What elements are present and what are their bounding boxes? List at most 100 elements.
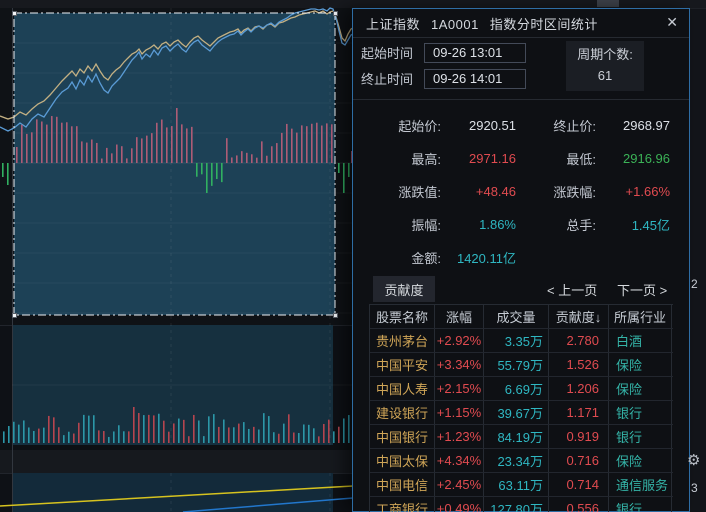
volume: 39.67万 [484,401,549,424]
close-icon[interactable]: ✕ [666,14,678,31]
stock-name: 中国太保 [370,449,435,472]
col-header-contribution[interactable]: 贡献度↓ [549,305,609,328]
industry: 通信服务 [609,473,672,496]
table-header-row: 股票名称 涨幅 成交量 贡献度↓ 所属行业 [370,305,673,329]
edge-axis-number-top: 2 [691,277,698,291]
col-header-industry[interactable]: 所属行业 [609,305,672,328]
stat-label: 终止价: [553,119,596,134]
table-row[interactable]: 中国电信 +2.45% 63.11万 0.714 通信服务 [370,473,673,497]
table-row[interactable]: 中国人寿 +2.15% 6.69万 1.206 保险 [370,377,673,401]
stat-label: 最低: [566,152,596,167]
contribution-value: 0.714 [549,473,609,496]
stat-value: +1.66% [625,184,670,199]
table-row[interactable]: 工商银行 +0.49% 127.80万 0.556 银行 [370,497,673,512]
end-time-input[interactable]: 09-26 14:01 [424,68,526,89]
panel-title-stock: 上证指数 [366,16,421,32]
indicator-line-blue [182,497,354,512]
volume: 23.34万 [484,449,549,472]
volume: 84.19万 [484,425,549,448]
stat-label: 涨跌值: [398,185,441,200]
table-row[interactable]: 贵州茅台 +2.92% 3.35万 2.780 白酒 [370,329,673,353]
stat-value: 2916.96 [623,151,670,166]
stat-value: 2920.51 [469,118,516,133]
table-row[interactable]: 中国平安 +3.34% 55.79万 1.526 保险 [370,353,673,377]
contribution-value: 0.556 [549,497,609,512]
stats-row: 起始价: 2920.51 终止价: 2968.97 [353,109,689,142]
stat-value: 1420.11亿 [456,251,516,266]
period-count-value: 61 [597,68,613,83]
app-root: 上证指数 1A0001 指数分时区间统计 ✕ 起始时间 09-26 13:01 终止… [0,0,706,512]
start-time-label: 起始时间 [361,46,414,61]
change-pct: +2.15% [435,377,484,400]
table-row[interactable]: 建设银行 +1.15% 39.67万 1.171 银行 [370,401,673,425]
selection-handle-bottom-left[interactable] [12,313,17,318]
industry: 银行 [609,497,672,512]
stock-name: 中国平安 [370,353,435,376]
selection-handle-bottom-right[interactable] [333,313,338,318]
stats-row: 金额: 1420.11亿 [353,241,689,274]
next-page-button[interactable]: 下一页 > [617,280,667,299]
industry: 银行 [609,401,672,424]
contribution-value: 1.171 [549,401,609,424]
volume: 55.79万 [484,353,549,376]
change-pct: +0.49% [435,497,484,512]
change-pct: +2.92% [435,329,484,352]
start-time-row: 起始时间 09-26 13:01 [361,42,526,63]
stat-value: 1.86% [479,217,516,232]
volume: 63.11万 [484,473,549,496]
prev-page-button[interactable]: < 上一页 [547,280,597,299]
start-time-input[interactable]: 09-26 13:01 [424,42,526,63]
col-header-volume[interactable]: 成交量 [484,305,549,328]
end-time-row: 终止时间 09-26 14:01 [361,68,526,89]
panel-title: 上证指数 1A0001 指数分时区间统计 [366,14,609,33]
volume: 127.80万 [484,497,549,512]
change-pct: +3.34% [435,353,484,376]
stat-value: 2971.16 [469,151,516,166]
volume: 6.69万 [484,377,549,400]
stat-label: 涨跌幅: [553,185,596,200]
stat-label: 振幅: [411,218,441,233]
panel-header: 上证指数 1A0001 指数分时区间统计 ✕ [353,9,689,38]
stat-label: 起始价: [398,119,441,134]
industry: 白酒 [609,329,672,352]
change-pct: +1.23% [435,425,484,448]
change-pct: +2.45% [435,473,484,496]
stats-row: 涨跌值: +48.46 涨跌幅: +1.66% [353,175,689,208]
contribution-value: 1.206 [549,377,609,400]
stock-name: 工商银行 [370,497,435,512]
col-header-stock-name[interactable]: 股票名称 [370,305,435,328]
change-pct: +1.15% [435,401,484,424]
section-divider [353,99,689,100]
contribution-value: 0.716 [549,449,609,472]
stat-value: 2968.97 [623,118,670,133]
industry: 保险 [609,353,672,376]
stock-name: 建设银行 [370,401,435,424]
stock-name: 中国人寿 [370,377,435,400]
selection-handle-top-left[interactable] [12,11,17,16]
volume: 3.35万 [484,329,549,352]
stats-row: 振幅: 1.86% 总手: 1.45亿 [353,208,689,241]
stat-value: +48.46 [475,184,516,199]
interval-stats-panel: 上证指数 1A0001 指数分时区间统计 ✕ 起始时间 09-26 13:01 终止… [352,8,690,512]
industry: 银行 [609,425,672,448]
selection-handle-top-right[interactable] [333,11,338,16]
table-row[interactable]: 中国太保 +4.34% 23.34万 0.716 保险 [370,449,673,473]
col-header-change[interactable]: 涨幅 [435,305,484,328]
contribution-tab-bar: 贡献度 < 上一页 下一页 > [353,275,689,303]
stats-grid: 起始价: 2920.51 终止价: 2968.97 最高: 2971.16 最低… [353,109,689,274]
selection-rectangle [13,12,336,316]
contribution-value: 1.526 [549,353,609,376]
industry: 保险 [609,377,672,400]
tab-contribution[interactable]: 贡献度 [373,276,435,302]
stat-label: 金额: [411,251,441,266]
panel-title-code: 1A0001 [431,16,479,32]
contribution-value: 0.919 [549,425,609,448]
table-row[interactable]: 中国银行 +1.23% 84.19万 0.919 银行 [370,425,673,449]
stats-row: 最高: 2971.16 最低: 2916.96 [353,142,689,175]
stat-label: 最高: [411,152,441,167]
industry: 保险 [609,449,672,472]
stat-label: 总手: [566,218,596,233]
edge-axis-number-bottom: 3 [691,481,698,495]
stat-value: 1.45亿 [631,218,670,233]
gear-icon[interactable]: ⚙ [687,451,700,469]
